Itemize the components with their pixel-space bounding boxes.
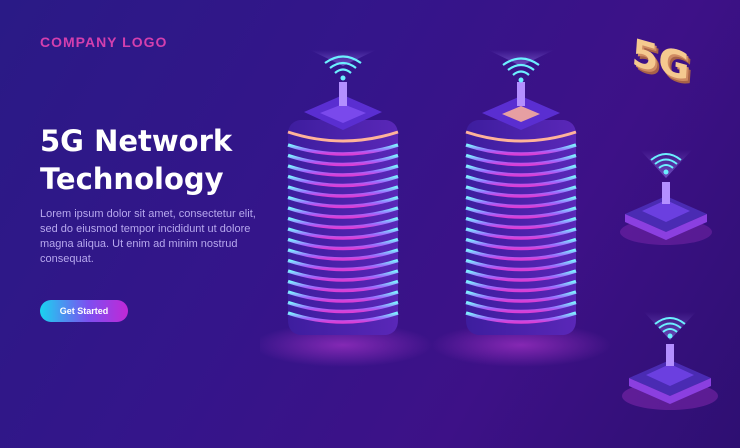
get-started-button[interactable]: Get Started bbox=[40, 300, 128, 322]
hero-description: Lorem ipsum dolor sit amet, consectetur … bbox=[40, 208, 256, 265]
company-logo[interactable]: COMPANY LOGO bbox=[40, 34, 167, 50]
server-tower-1 bbox=[287, 50, 399, 335]
landing-hero: COMPANY LOGO 5G Network Technology Lorem… bbox=[0, 0, 740, 448]
server-tower-2 bbox=[465, 50, 577, 335]
router-device-2 bbox=[622, 312, 718, 410]
